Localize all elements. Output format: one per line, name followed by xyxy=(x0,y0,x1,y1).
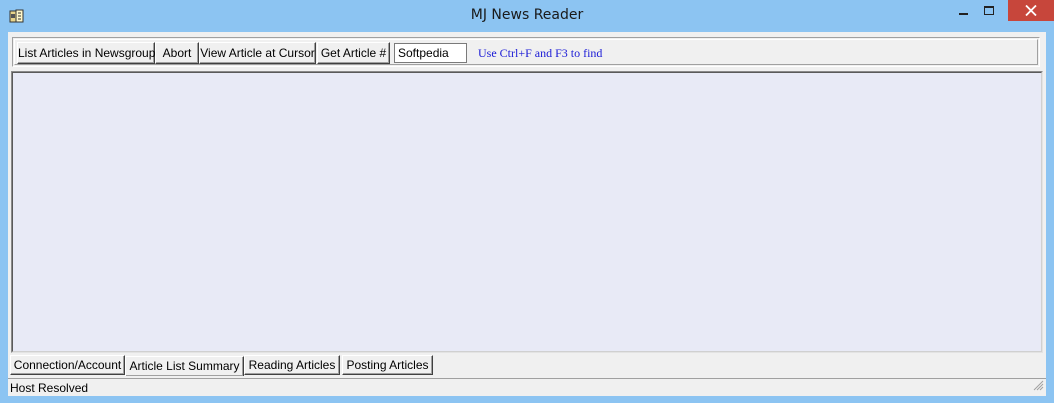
search-input[interactable] xyxy=(394,43,467,63)
close-icon xyxy=(1025,5,1037,16)
maximize-icon xyxy=(984,6,994,15)
list-articles-button[interactable]: List Articles in Newsgroup xyxy=(17,42,155,64)
app-window: MJ News Reader List Articles in Newsgrou… xyxy=(0,0,1054,403)
tab-connection-account[interactable]: Connection/Account xyxy=(10,355,125,375)
tab-posting-articles[interactable]: Posting Articles xyxy=(342,355,433,375)
minimize-icon xyxy=(959,13,968,15)
client-area: List Articles in Newsgroup Abort View Ar… xyxy=(8,32,1046,396)
tab-reading-articles[interactable]: Reading Articles xyxy=(244,355,340,375)
find-hint: Use Ctrl+F and F3 to find xyxy=(478,46,603,60)
view-article-button[interactable]: View Article at Cursor xyxy=(199,42,316,64)
tab-article-list-summary[interactable]: Article List Summary xyxy=(125,356,244,376)
article-list-pane[interactable] xyxy=(11,71,1043,353)
status-bar: Host Resolved xyxy=(8,378,1046,396)
tab-strip: Connection/Account Article List Summary … xyxy=(8,353,1046,377)
abort-button[interactable]: Abort xyxy=(155,42,199,64)
window-title: MJ News Reader xyxy=(470,7,584,23)
get-article-button[interactable]: Get Article # xyxy=(317,42,390,64)
maximize-button[interactable] xyxy=(976,0,1002,22)
minimize-button[interactable] xyxy=(950,0,976,22)
status-text: Host Resolved xyxy=(10,381,89,395)
title-bar[interactable]: MJ News Reader xyxy=(0,0,1054,32)
resize-grip-icon[interactable] xyxy=(1033,380,1044,394)
close-button[interactable] xyxy=(1008,0,1054,21)
